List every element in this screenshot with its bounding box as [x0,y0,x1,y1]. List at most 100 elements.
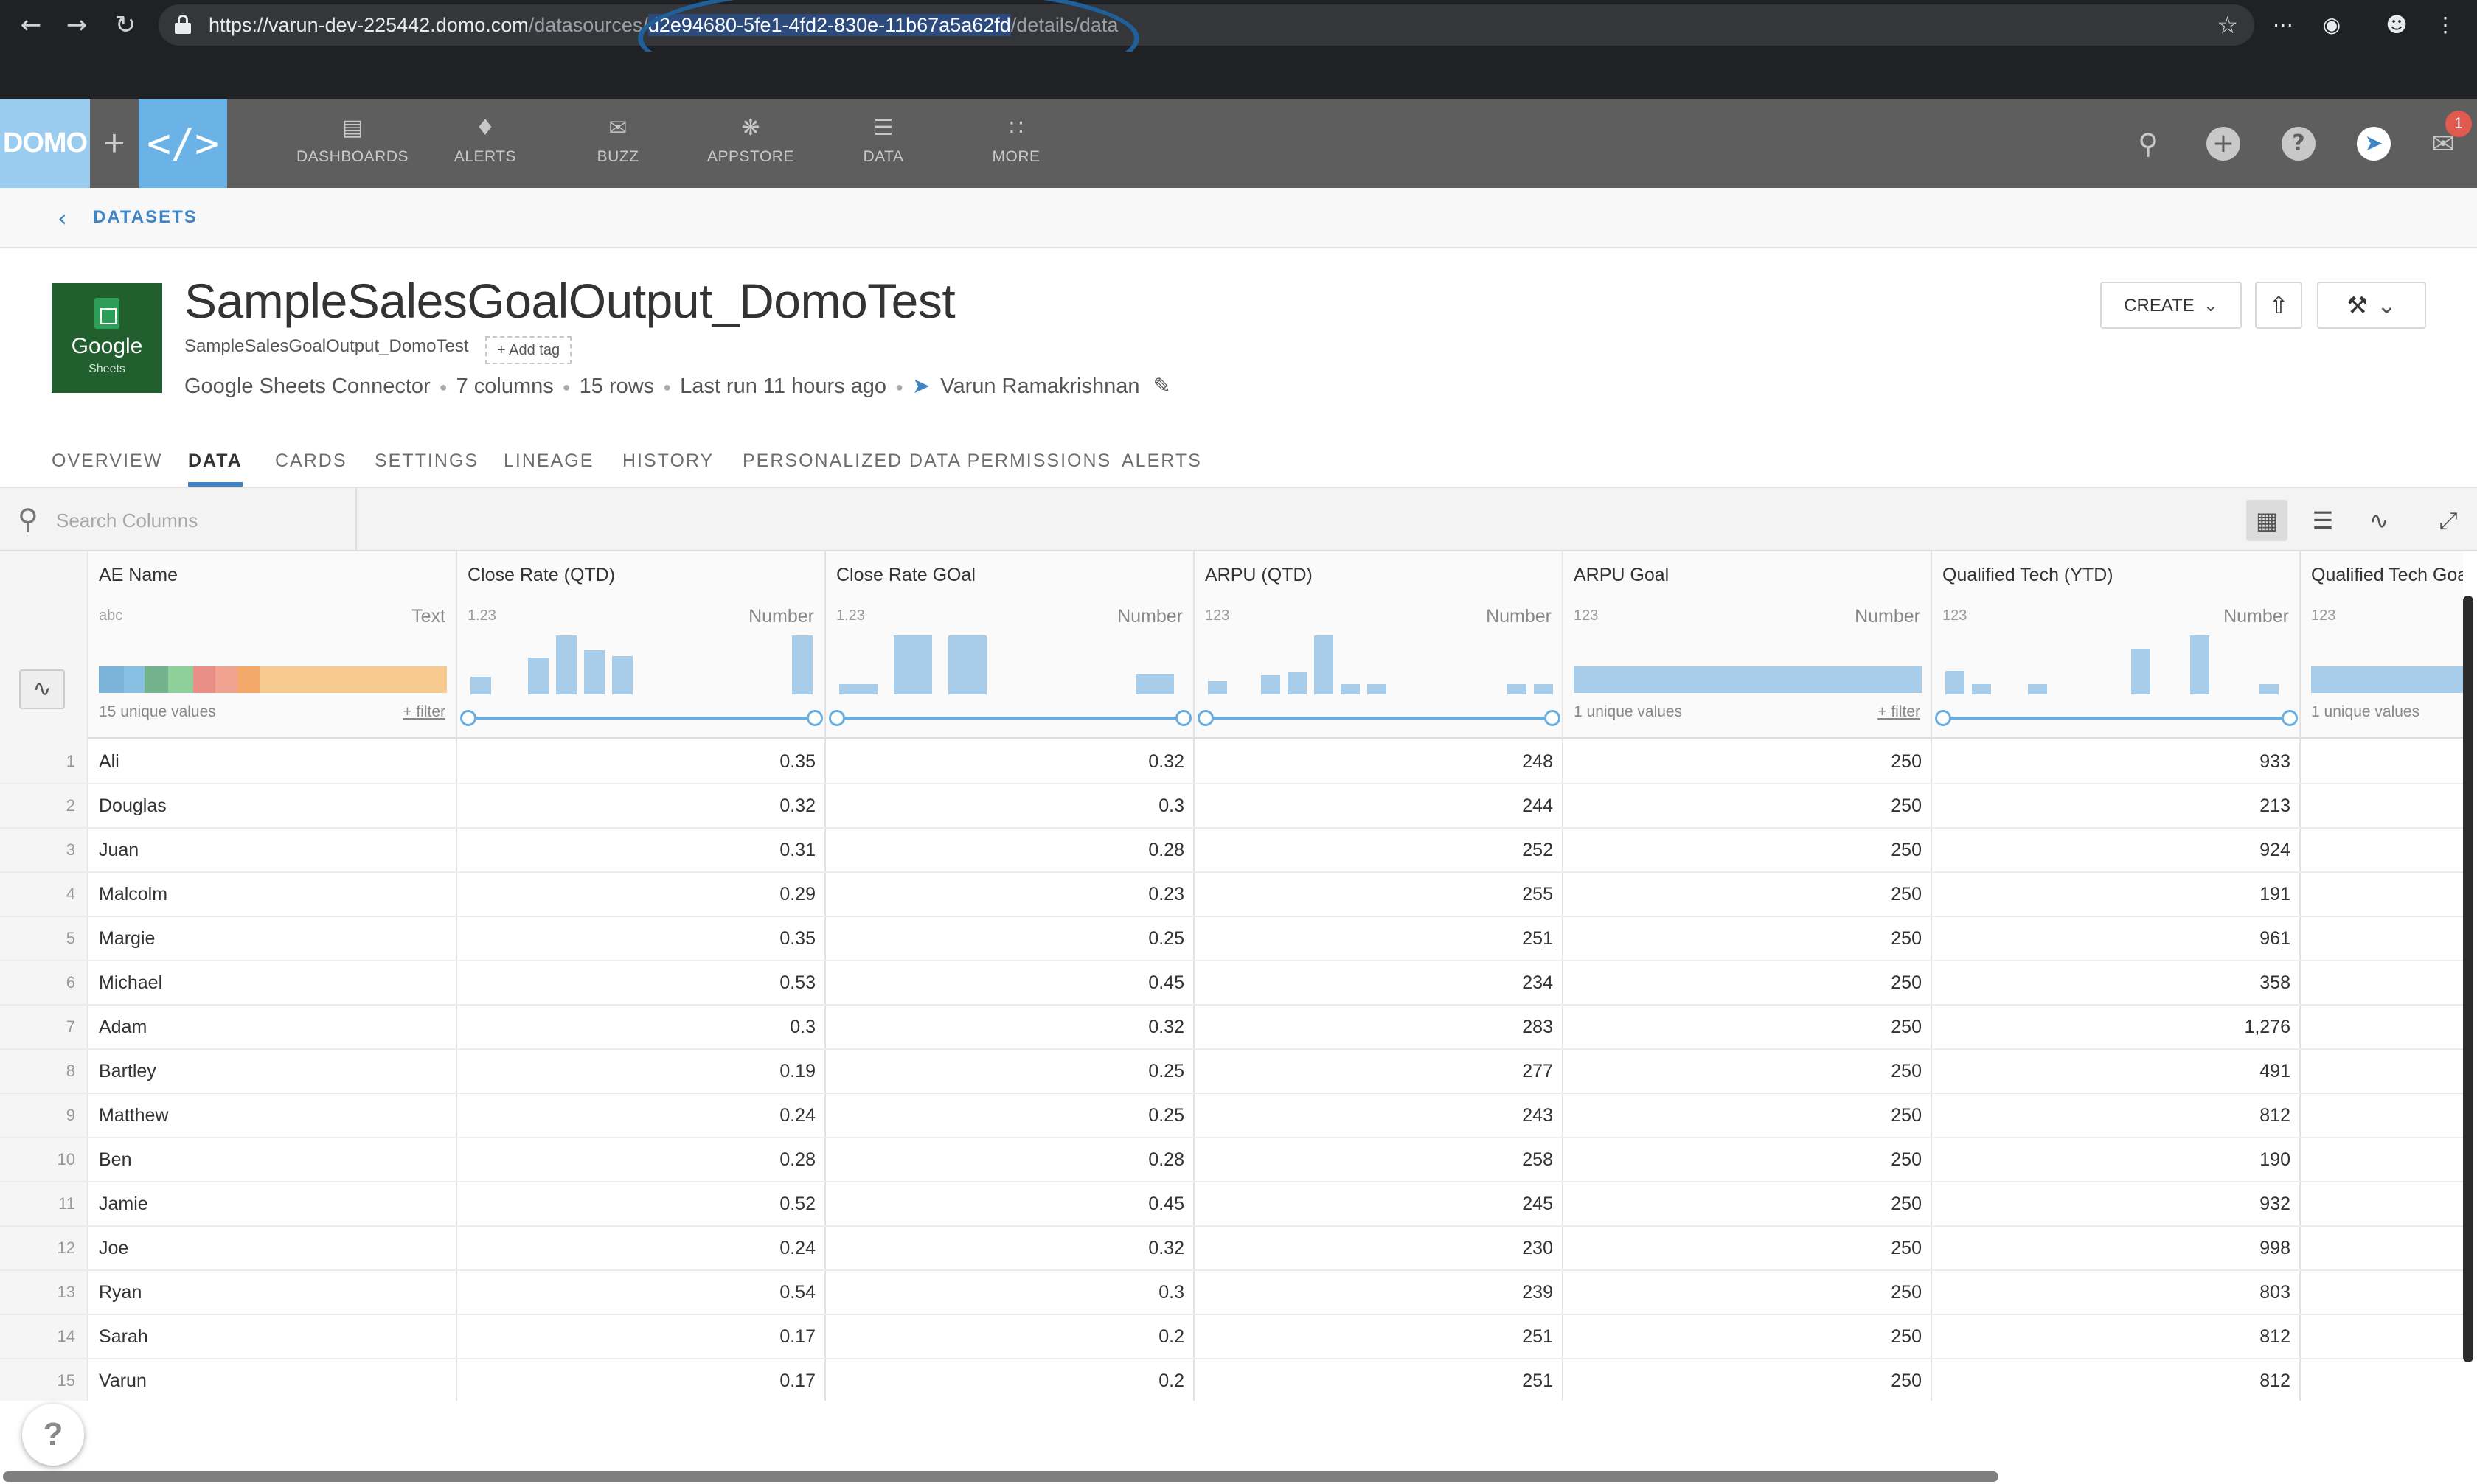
user-avatar[interactable]: ➤ [2357,127,2391,161]
table-cell[interactable] [2301,917,2463,961]
table-cell[interactable] [2301,740,2463,784]
nav-data[interactable]: ☰ DATA [817,115,950,174]
table-cell[interactable]: 0.28 [457,1138,826,1182]
table-cell[interactable]: 491 [1932,1050,2301,1094]
camera-icon[interactable]: ◉ [2317,10,2346,40]
tab-alerts[interactable]: ALERTS [1122,442,1202,487]
table-cell[interactable] [2301,1359,2463,1401]
column-profile-toggle-icon[interactable]: ∿ [19,669,65,709]
nav-dashboards[interactable]: ▤ DASHBOARDS [286,115,419,174]
column-header[interactable]: Close Rate GOal 1.23 Number [826,551,1193,739]
table-cell[interactable]: 0.24 [457,1094,826,1138]
table-cell[interactable]: 243 [1195,1094,1563,1138]
table-cell[interactable]: 0.28 [826,1138,1195,1182]
tab-personalized-data-permissions[interactable]: PERSONALIZED DATA PERMISSIONS [743,442,1111,487]
table-cell[interactable]: 250 [1563,1138,1932,1182]
table-cell[interactable]: 250 [1563,1006,1932,1050]
table-cell[interactable]: 0.17 [457,1359,826,1401]
table-cell[interactable]: Varun [88,1359,457,1401]
bookmark-star-icon[interactable]: ☆ [2217,12,2238,38]
table-cell[interactable]: 255 [1195,873,1563,917]
tab-cards[interactable]: CARDS [275,442,347,487]
table-cell[interactable] [2301,784,2463,829]
add-filter-link[interactable]: + filter [403,703,445,721]
table-cell[interactable]: Joe [88,1227,457,1271]
table-cell[interactable]: 0.35 [457,740,826,784]
table-cell[interactable]: Malcolm [88,873,457,917]
table-cell[interactable]: 0.31 [457,829,826,873]
table-cell[interactable]: 250 [1563,829,1932,873]
table-cell[interactable]: 998 [1932,1227,2301,1271]
table-cell[interactable]: 0.2 [826,1315,1195,1359]
tab-lineage[interactable]: LINEAGE [504,442,594,487]
table-view-icon[interactable]: ▦ [2246,500,2287,541]
back-icon[interactable]: ← [13,7,49,43]
table-cell[interactable]: 283 [1195,1006,1563,1050]
table-cell[interactable]: 250 [1563,1182,1932,1227]
table-cell[interactable]: 0.32 [826,740,1195,784]
column-header[interactable]: Qualified Tech (YTD) 123 Number [1932,551,2299,739]
table-cell[interactable] [2301,1050,2463,1094]
table-cell[interactable]: 0.53 [457,961,826,1006]
table-cell[interactable]: 250 [1563,1050,1932,1094]
table-cell[interactable]: 251 [1195,1359,1563,1401]
range-slider[interactable] [1935,710,2298,726]
table-cell[interactable]: 230 [1195,1227,1563,1271]
table-cell[interactable]: Sarah [88,1315,457,1359]
dev-studio-logo[interactable]: </> [139,99,227,188]
table-cell[interactable]: 213 [1932,784,2301,829]
table-cell[interactable]: 961 [1932,917,2301,961]
table-cell[interactable]: 0.25 [826,1094,1195,1138]
table-cell[interactable] [2301,961,2463,1006]
range-max-handle[interactable] [1175,710,1192,726]
table-cell[interactable]: 812 [1932,1359,2301,1401]
address-bar[interactable]: https://varun-dev-225442.domo.com/dataso… [159,4,2254,46]
chevron-left-icon[interactable]: ‹ [58,204,67,232]
table-cell[interactable]: 0.45 [826,961,1195,1006]
table-cell[interactable]: 0.23 [826,873,1195,917]
table-cell[interactable] [2301,1271,2463,1315]
table-cell[interactable]: 250 [1563,784,1932,829]
range-min-handle[interactable] [1935,710,1951,726]
table-cell[interactable]: 244 [1195,784,1563,829]
table-cell[interactable] [2301,1315,2463,1359]
nav-alerts[interactable]: ♦ ALERTS [419,115,552,174]
table-cell[interactable]: 251 [1195,917,1563,961]
range-slider[interactable] [829,710,1192,726]
table-cell[interactable]: 0.35 [457,917,826,961]
nav-more[interactable]: ∷ MORE [950,115,1083,174]
table-cell[interactable]: 1,276 [1932,1006,2301,1050]
range-max-handle[interactable] [1544,710,1560,726]
table-cell[interactable]: 0.3 [826,784,1195,829]
table-cell[interactable]: 234 [1195,961,1563,1006]
table-cell[interactable] [2301,1006,2463,1050]
column-header[interactable]: Qualified Tech Goal 123 1 unique values [2301,551,2463,739]
tab-history[interactable]: HISTORY [622,442,714,487]
table-cell[interactable]: 812 [1932,1315,2301,1359]
table-cell[interactable]: 250 [1563,1094,1932,1138]
table-cell[interactable]: 250 [1563,740,1932,784]
nav-buzz[interactable]: ✉ BUZZ [552,115,684,174]
reload-icon[interactable]: ↻ [108,7,143,43]
table-cell[interactable]: 250 [1563,1315,1932,1359]
table-cell[interactable] [2301,1227,2463,1271]
tab-settings[interactable]: SETTINGS [375,442,479,487]
search-icon[interactable]: ⚲ [2131,127,2165,161]
table-cell[interactable] [2301,1094,2463,1138]
owner-name[interactable]: Varun Ramakrishnan [940,375,1139,398]
table-cell[interactable]: Ali [88,740,457,784]
table-cell[interactable]: 250 [1563,1359,1932,1401]
table-cell[interactable]: 0.2 [826,1359,1195,1401]
table-cell[interactable]: 933 [1932,740,2301,784]
table-cell[interactable]: Matthew [88,1094,457,1138]
table-cell[interactable]: 277 [1195,1050,1563,1094]
table-cell[interactable]: 0.17 [457,1315,826,1359]
table-cell[interactable]: 0.45 [826,1182,1195,1227]
table-cell[interactable]: 803 [1932,1271,2301,1315]
table-cell[interactable]: 812 [1932,1094,2301,1138]
table-cell[interactable]: 0.32 [457,784,826,829]
range-min-handle[interactable] [829,710,845,726]
profile-icon[interactable]: ☻ [2382,10,2411,40]
table-cell[interactable]: 0.24 [457,1227,826,1271]
table-cell[interactable]: 250 [1563,1227,1932,1271]
